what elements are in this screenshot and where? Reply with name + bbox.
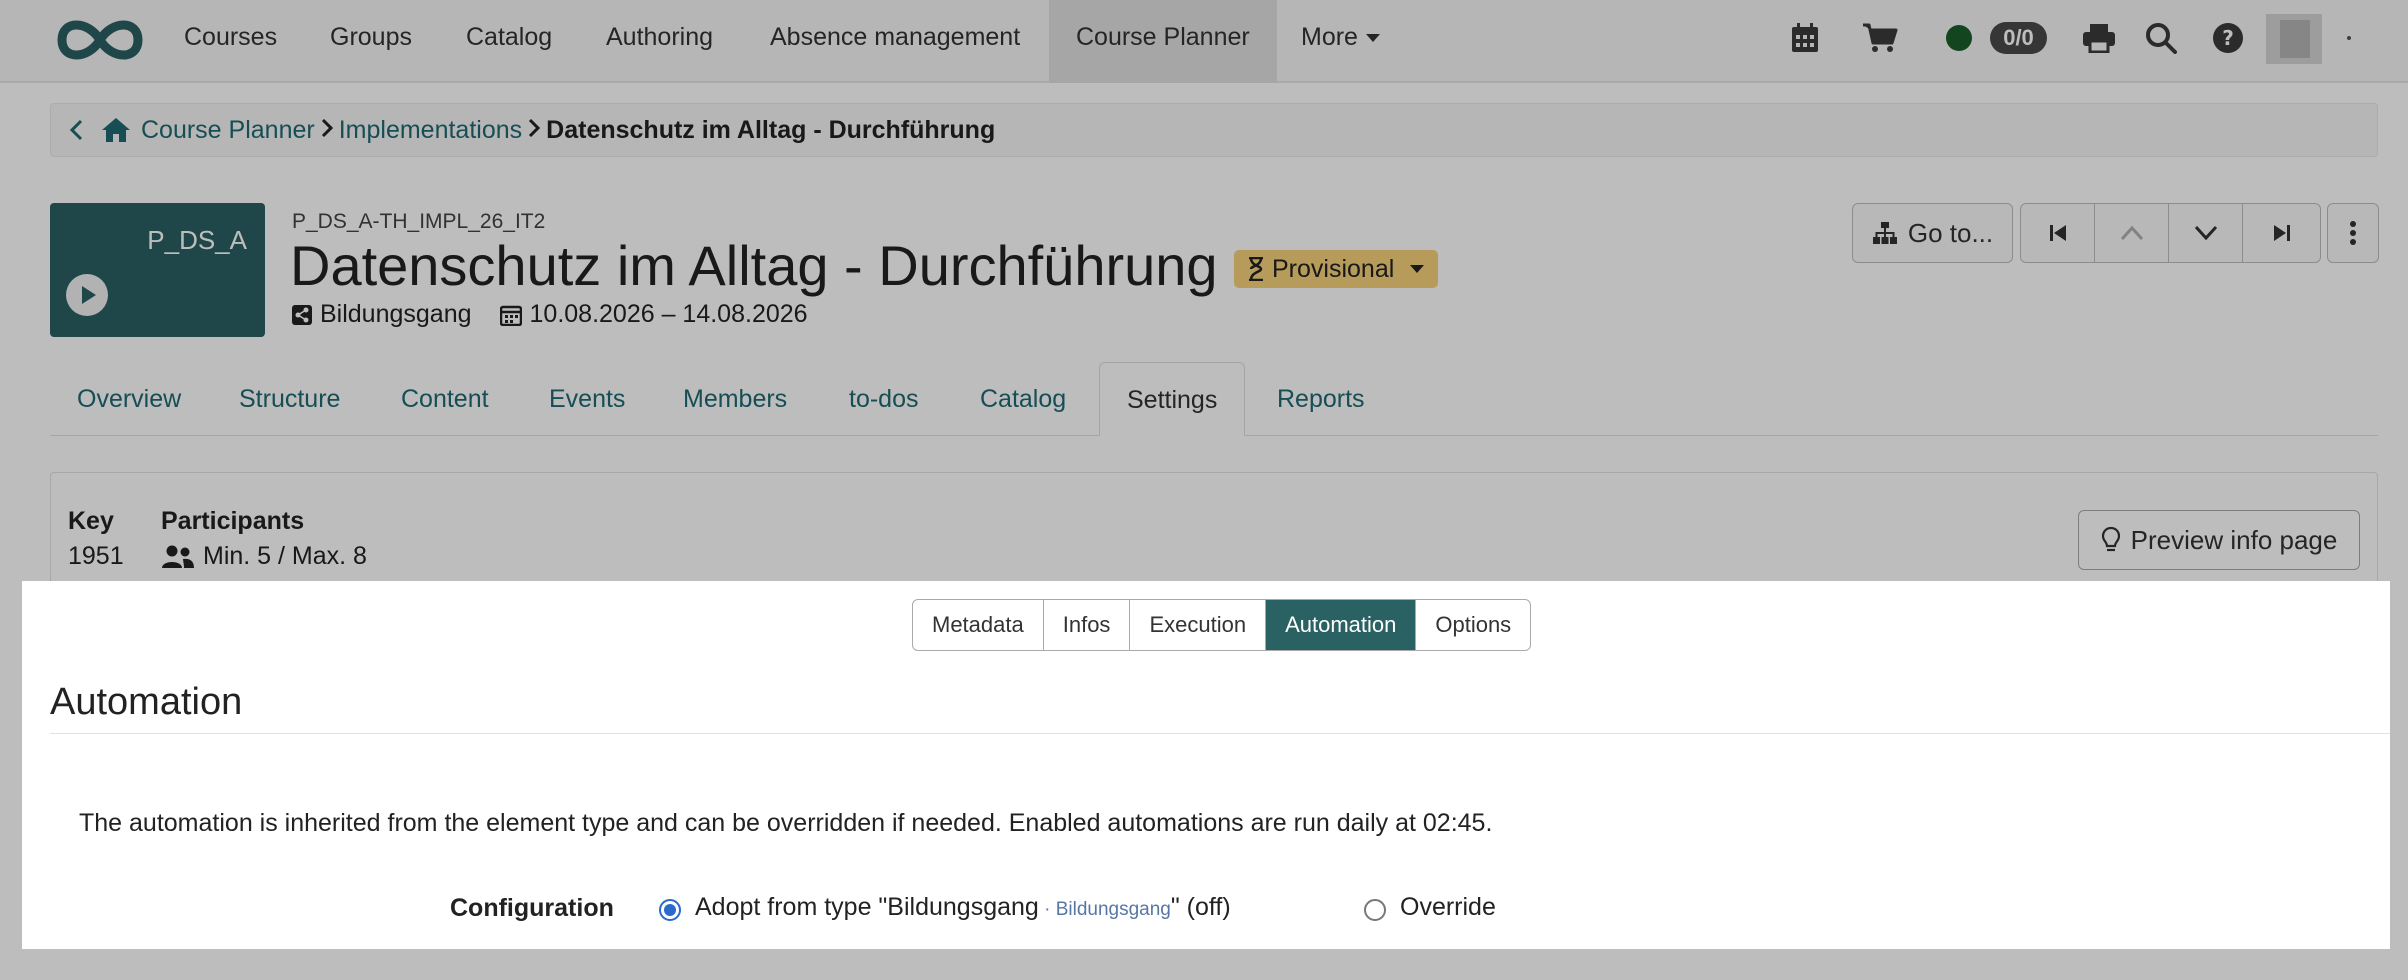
participants-value: Min. 5 / Max. 8	[161, 542, 367, 571]
automation-description: The automation is inherited from the ele…	[79, 809, 1493, 837]
participants-label: Participants	[161, 507, 305, 535]
key-label: Key	[68, 507, 114, 535]
previous-item-button[interactable]	[2094, 203, 2169, 263]
course-dates: 10.08.2026 – 14.08.2026	[529, 300, 808, 328]
nav-more-label: More	[1301, 23, 1358, 51]
help-icon[interactable]: ?	[2212, 18, 2244, 58]
next-item-button[interactable]	[2168, 203, 2243, 263]
tab-todos[interactable]: to-dos	[822, 362, 945, 436]
course-code: P_DS_A-TH_IMPL_26_IT2	[292, 210, 546, 233]
configuration-label: Configuration	[450, 894, 614, 922]
top-navigation: Courses Groups Catalog Authoring Absence…	[0, 0, 2408, 83]
calendar-icon[interactable]	[1790, 18, 1820, 58]
settings-modal: Metadata Infos Execution Automation Opti…	[22, 581, 2390, 949]
course-meta: Bildungsgang 10.08.2026 – 14.08.2026	[292, 300, 808, 329]
preview-info-page-button[interactable]: Preview info page	[2078, 510, 2360, 570]
goto-button[interactable]: Go to...	[1852, 203, 2013, 263]
more-actions-button[interactable]	[2327, 203, 2379, 263]
skip-last-icon	[2273, 225, 2290, 241]
back-chevron-icon[interactable]	[51, 119, 101, 141]
tab-overview[interactable]: Overview	[50, 362, 208, 436]
last-item-button[interactable]	[2242, 203, 2321, 263]
segment-automation[interactable]: Automation	[1266, 600, 1417, 650]
chevron-down-icon	[1365, 34, 1380, 43]
radio-override[interactable]	[1364, 899, 1386, 921]
goto-label: Go to...	[1907, 217, 1994, 248]
tab-structure[interactable]: Structure	[212, 362, 367, 436]
breadcrumb-implementations[interactable]: Implementations	[339, 116, 522, 145]
section-title: Automation	[50, 681, 243, 723]
tab-members[interactable]: Members	[656, 362, 814, 436]
lightbulb-icon	[2101, 526, 2120, 552]
chevron-down-icon	[1410, 265, 1425, 273]
segment-execution[interactable]: Execution	[1130, 600, 1267, 650]
breadcrumb-separator-icon	[321, 116, 333, 145]
ellipsis-vertical-icon	[2350, 221, 2356, 245]
key-value-text: 1951	[68, 542, 124, 570]
divider	[50, 733, 2390, 734]
tab-content[interactable]: Content	[374, 362, 516, 436]
tab-settings[interactable]: Settings	[1099, 362, 1246, 436]
course-tabs: Overview Structure Content Events Member…	[50, 362, 2378, 436]
preview-label: Preview info page	[2130, 524, 2338, 555]
online-status-dot-icon[interactable]	[1946, 25, 1972, 51]
participants-text: Min. 5 / Max. 8	[203, 542, 367, 570]
thumbnail-label: P_DS_A	[147, 225, 247, 255]
chevron-up-icon	[2120, 225, 2143, 241]
tab-reports[interactable]: Reports	[1250, 362, 1392, 436]
search-icon[interactable]	[2145, 18, 2177, 58]
status-badge[interactable]: Provisional	[1234, 250, 1439, 288]
adopt-suffix: " (off)	[1170, 893, 1231, 921]
breadcrumb: Course Planner Implementations Datenschu…	[50, 103, 2378, 157]
svg-text:?: ?	[2222, 26, 2234, 50]
nav-absence-management[interactable]: Absence management	[770, 0, 1020, 83]
calendar-icon	[499, 304, 522, 326]
sitemap-icon	[1872, 222, 1897, 244]
segment-options[interactable]: Options	[1416, 600, 1530, 650]
home-icon[interactable]	[101, 117, 131, 143]
segment-infos[interactable]: Infos	[1044, 600, 1131, 650]
radio-adopt-from-type[interactable]	[659, 899, 681, 921]
page-title: Datenschutz im Alltag - Durchführung	[290, 234, 1218, 297]
settings-segmented-control: Metadata Infos Execution Automation Opti…	[912, 599, 1532, 651]
status-label: Provisional	[1272, 255, 1395, 283]
breadcrumb-current: Datenschutz im Alltag - Durchführung	[546, 115, 996, 144]
avatar[interactable]	[2266, 14, 2322, 64]
nav-catalog[interactable]: Catalog	[466, 0, 552, 83]
course-thumbnail[interactable]: P_DS_A	[50, 203, 265, 337]
logo-icon[interactable]	[50, 10, 150, 70]
breadcrumb-course-planner[interactable]: Course Planner	[141, 116, 315, 145]
tab-catalog[interactable]: Catalog	[953, 362, 1093, 436]
share-icon	[292, 304, 312, 325]
nav-authoring[interactable]: Authoring	[606, 0, 713, 83]
adopt-type-sub: · Bildungsgang	[1038, 899, 1171, 920]
nav-courses[interactable]: Courses	[184, 0, 277, 83]
chevron-down-icon	[2194, 225, 2217, 241]
tab-events[interactable]: Events	[522, 362, 652, 436]
course-type: Bildungsgang	[320, 300, 472, 328]
radio-adopt-label[interactable]: Adopt from type "Bildungsgang · Bildungs…	[695, 893, 1231, 922]
hourglass-icon	[1249, 257, 1263, 281]
key-value: 1951	[68, 542, 124, 571]
cart-icon[interactable]	[1862, 18, 1898, 58]
user-menu-indicator-icon	[2347, 36, 2351, 40]
adopt-prefix: Adopt from type "Bildungsgang	[695, 893, 1039, 921]
radio-override-label[interactable]: Override	[1400, 893, 1496, 922]
nav-more[interactable]: More	[1301, 0, 1380, 83]
breadcrumb-separator-icon	[528, 116, 541, 145]
print-icon[interactable]	[2082, 18, 2116, 58]
skip-first-icon	[2049, 225, 2066, 241]
notification-count-badge[interactable]: 0/0	[1990, 22, 2047, 54]
first-item-button[interactable]	[2020, 203, 2095, 263]
nav-groups[interactable]: Groups	[330, 0, 412, 83]
users-icon	[162, 545, 194, 568]
play-icon[interactable]	[66, 274, 108, 316]
nav-course-planner[interactable]: Course Planner	[1049, 0, 1277, 83]
segment-metadata[interactable]: Metadata	[913, 600, 1044, 650]
